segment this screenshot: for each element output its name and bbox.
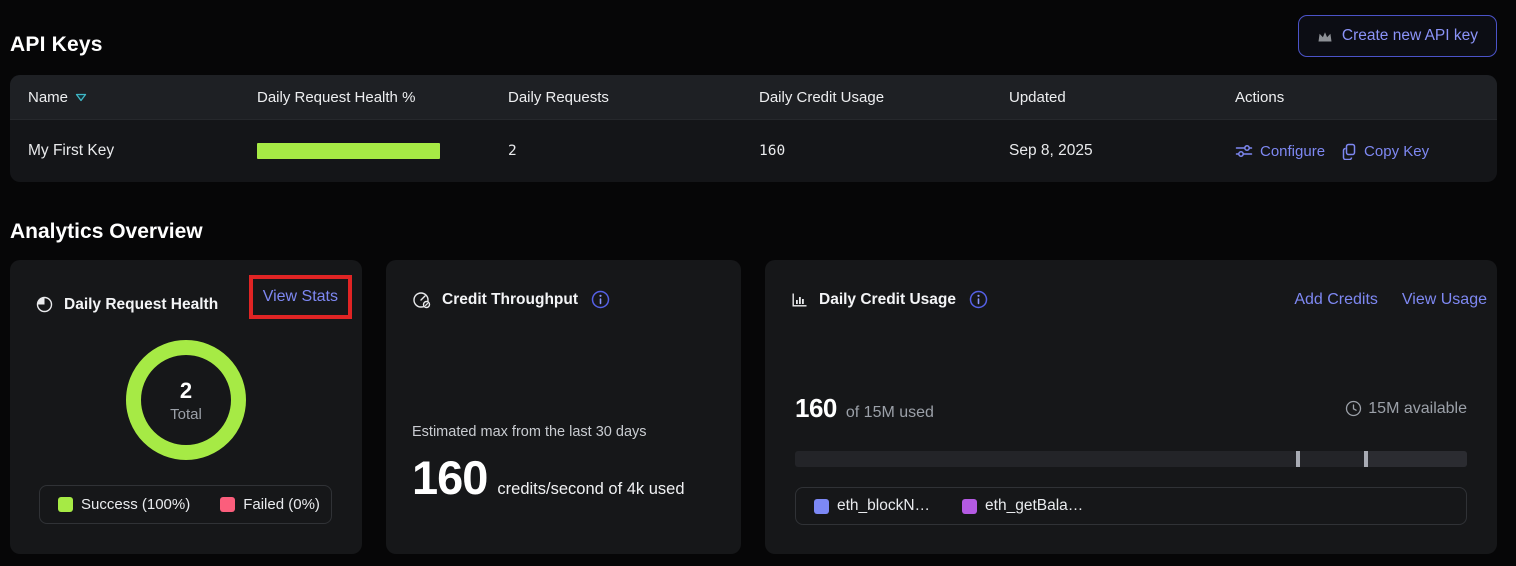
add-credits-link[interactable]: Add Credits [1294,291,1378,309]
used-value: 160 [795,393,837,424]
table-header-row: Name Daily Request Health % Daily Reques… [10,75,1497,119]
copy-key-label: Copy Key [1364,143,1429,160]
configure-link[interactable]: Configure [1235,143,1325,160]
eth-blocknumber-label: eth_blockN… [837,497,930,515]
eth-blocknumber-swatch [814,499,829,514]
configure-label: Configure [1260,143,1325,160]
legend-item-eth-blocknumber: eth_blockN… [814,497,930,515]
column-header-health: Daily Request Health % [257,89,508,106]
analytics-cards: Daily Request Health View Stats 2 Total [10,260,1497,554]
usage-legend: eth_blockN… eth_getBala… [795,487,1467,525]
column-header-requests: Daily Requests [508,89,759,106]
name-header-label: Name [28,89,68,106]
sliders-icon [1235,143,1253,159]
info-icon[interactable] [591,290,610,309]
legend-item-success: Success (100%) [58,496,190,513]
usage-used: 160 of 15M used [795,393,934,424]
annotation-highlight-box: View Stats [249,275,352,319]
eth-getbalance-label: eth_getBala… [985,497,1083,515]
bar-chart-icon [791,292,808,308]
view-usage-link[interactable]: View Usage [1402,291,1487,309]
usage-summary-row: 160 of 15M used 15M available [795,393,1467,424]
available-wrap: 15M available [1345,400,1467,418]
failed-swatch [220,497,235,512]
create-api-key-label: Create new API key [1342,27,1478,45]
drh-card-header: Daily Request Health View Stats [36,275,352,319]
progress-tick [1296,451,1300,467]
daily-credit-usage-card: Daily Credit Usage Add Credits View Usag… [765,260,1497,554]
dcu-title-wrap: Daily Credit Usage [791,290,988,309]
request-health-donut-chart: 2 Total [10,339,362,461]
failed-label: Failed (0%) [243,496,320,513]
dcu-card-title: Daily Credit Usage [819,291,956,309]
donut-total-label: Total [170,406,202,423]
ct-card-header: Credit Throughput [412,275,731,309]
create-api-key-button[interactable]: Create new API key [1298,15,1497,57]
eth-getbalance-swatch [962,499,977,514]
available-label: 15M available [1368,400,1467,418]
health-legend: Success (100%) Failed (0%) [39,485,332,524]
pie-chart-icon [36,296,53,313]
table-row: My First Key 2 160 Sep 8, 2025 Configure [10,119,1497,182]
copy-key-link[interactable]: Copy Key [1341,143,1429,160]
view-stats-link[interactable]: View Stats [263,288,338,305]
ct-title-wrap: Credit Throughput [412,290,610,309]
donut-total-value: 2 [180,378,192,404]
ct-value-row: 160 credits/second of 4k used [412,454,721,501]
key-name-cell: My First Key [28,142,257,160]
health-bar [257,143,440,159]
copy-icon [1341,143,1357,160]
column-header-actions: Actions [1235,89,1497,106]
progress-segment-right [1364,451,1467,467]
analytics-section-title: Analytics Overview [10,220,1497,244]
daily-request-health-card: Daily Request Health View Stats 2 Total [10,260,362,554]
daily-requests-cell: 2 [508,143,759,159]
dashboard-page: API Keys Create new API key Name Daily R… [0,15,1516,554]
column-header-credit-usage: Daily Credit Usage [759,89,1009,106]
throughput-value: 160 [412,454,487,501]
api-keys-table: Name Daily Request Health % Daily Reques… [10,75,1497,182]
credit-usage-progress-bar [795,451,1467,467]
dcu-links: Add Credits View Usage [1294,291,1487,309]
donut-center: 2 Total [125,339,247,461]
clock-icon [1345,400,1362,417]
throughput-suffix: credits/second of 4k used [497,480,684,499]
column-header-name[interactable]: Name [28,89,257,106]
drh-card-title: Daily Request Health [64,296,218,314]
gauge-icon [412,291,431,309]
top-header: API Keys Create new API key [10,15,1497,57]
daily-credit-usage-cell: 160 [759,143,1009,159]
column-header-updated: Updated [1009,89,1235,106]
success-label: Success (100%) [81,496,190,513]
actions-cell: Configure Copy Key [1235,143,1497,160]
legend-item-failed: Failed (0%) [220,496,320,513]
dcu-card-header: Daily Credit Usage Add Credits View Usag… [791,275,1487,309]
health-bar-cell [257,143,508,159]
crown-icon [1317,29,1333,43]
ct-subtitle: Estimated max from the last 30 days [412,424,721,440]
drh-title-wrap: Daily Request Health [36,296,218,314]
ct-body: Estimated max from the last 30 days 160 … [412,424,721,501]
legend-item-eth-getbalance: eth_getBala… [962,497,1083,515]
updated-cell: Sep 8, 2025 [1009,142,1235,160]
sort-descending-icon[interactable] [75,93,87,102]
success-swatch [58,497,73,512]
info-icon[interactable] [969,290,988,309]
ct-card-title: Credit Throughput [442,291,578,309]
progress-tick [1364,451,1368,467]
credit-throughput-card: Credit Throughput Estimated max from the… [386,260,741,554]
used-suffix: of 15M used [846,404,934,422]
page-title: API Keys [10,33,103,57]
